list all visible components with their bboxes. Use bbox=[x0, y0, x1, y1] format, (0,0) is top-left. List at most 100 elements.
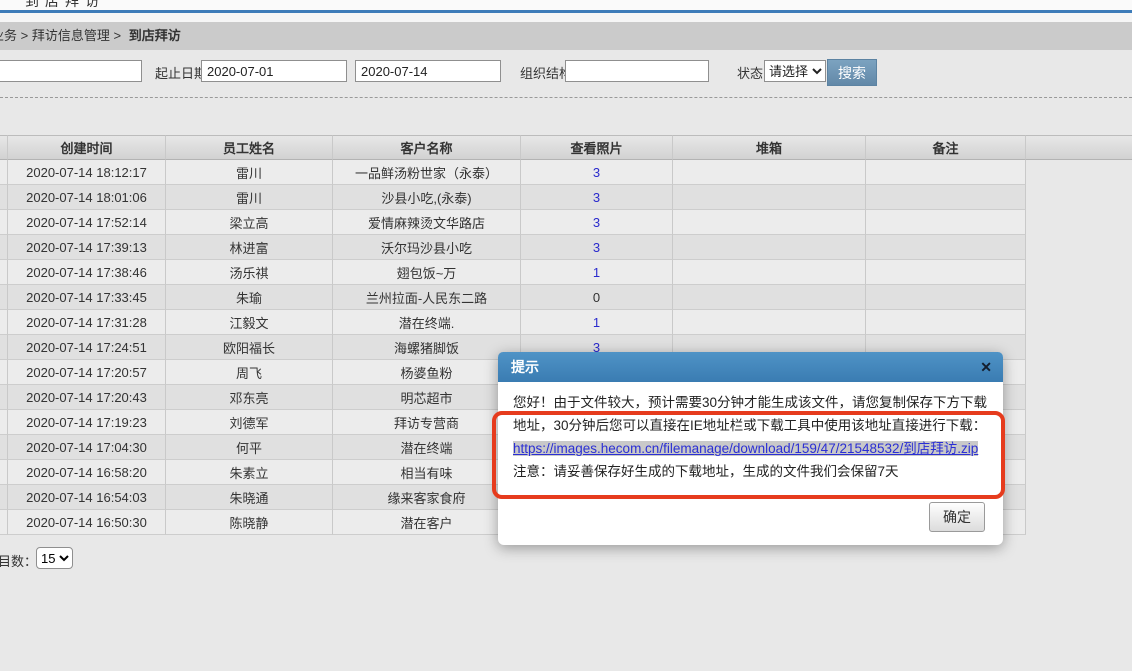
cell-employee-name: 汤乐祺 bbox=[166, 260, 333, 285]
cell-create-time: 2020-07-14 17:52:14 bbox=[8, 210, 166, 235]
photo-count-link[interactable]: 3 bbox=[593, 240, 600, 255]
cell-create-time: 2020-07-14 17:20:43 bbox=[8, 385, 166, 410]
confirm-button[interactable]: 确定 bbox=[929, 502, 985, 532]
cell-remark bbox=[866, 285, 1026, 310]
cell-employee-name: 梁立高 bbox=[166, 210, 333, 235]
cell-employee-name: 朱素立 bbox=[166, 460, 333, 485]
date-from-input[interactable] bbox=[201, 60, 347, 82]
cell-customer-name: 一品鲜汤粉世家（永泰） bbox=[333, 160, 521, 185]
close-icon[interactable]: ✕ bbox=[980, 352, 992, 382]
page-size-select[interactable]: 15 bbox=[36, 547, 73, 569]
photo-count-link[interactable]: 1 bbox=[593, 315, 600, 330]
cell-create-time: 2020-07-14 17:19:23 bbox=[8, 410, 166, 435]
org-input[interactable] bbox=[565, 60, 709, 82]
cell-ghost bbox=[1026, 210, 1132, 235]
status-select[interactable]: 请选择 bbox=[764, 60, 826, 82]
cell-remark bbox=[866, 260, 1026, 285]
cell-create-time: 2020-07-14 16:50:30 bbox=[8, 510, 166, 535]
cell-narrow bbox=[0, 160, 8, 185]
cell-remark bbox=[866, 210, 1026, 235]
download-url-link[interactable]: https://images.hecom.cn/filemanage/downl… bbox=[513, 441, 978, 456]
keyword-input[interactable] bbox=[0, 60, 142, 82]
cell-stack bbox=[673, 235, 866, 260]
cell-employee-name: 周飞 bbox=[166, 360, 333, 385]
status-label: 状态 bbox=[737, 63, 763, 82]
cell-narrow bbox=[0, 385, 8, 410]
breadcrumb-item[interactable]: 业务 bbox=[0, 28, 17, 43]
dialog-body: 您好！由于文件较大，预计需要30分钟才能生成该文件，请您复制保存下方下载地址，3… bbox=[498, 382, 1003, 483]
search-bar: 起止日期 组织结构 状态 请选择 搜索 bbox=[0, 55, 1132, 91]
cell-employee-name: 林进富 bbox=[166, 235, 333, 260]
cell-employee-name: 邓东亮 bbox=[166, 385, 333, 410]
cell-photo-count: 1 bbox=[521, 260, 673, 285]
cell-ghost bbox=[1026, 310, 1132, 335]
cell-customer-name: 杨婆鱼粉 bbox=[333, 360, 521, 385]
top-tab-strip: 到店拜访 bbox=[0, 0, 1132, 10]
breadcrumb-item[interactable]: 拜访信息管理 bbox=[32, 28, 110, 43]
cell-create-time: 2020-07-14 16:58:20 bbox=[8, 460, 166, 485]
dialog-title: 提示 bbox=[511, 359, 539, 375]
cell-narrow bbox=[0, 485, 8, 510]
cell-employee-name: 欧阳福长 bbox=[166, 335, 333, 360]
cell-narrow bbox=[0, 435, 8, 460]
column-header: 备注 bbox=[866, 135, 1026, 160]
cell-photo-count: 1 bbox=[521, 310, 673, 335]
cell-customer-name: 潜在终端 bbox=[333, 435, 521, 460]
cell-ghost bbox=[1026, 185, 1132, 210]
dashed-divider bbox=[0, 97, 1132, 98]
date-to-input[interactable] bbox=[355, 60, 501, 82]
page-size-label: 目数： bbox=[0, 551, 37, 570]
cell-narrow bbox=[0, 260, 8, 285]
dialog-header: 提示 ✕ bbox=[498, 352, 1003, 382]
cell-employee-name: 刘德军 bbox=[166, 410, 333, 435]
cell-stack bbox=[673, 310, 866, 335]
breadcrumb: 业务 > 拜访信息管理 > 到店拜访 bbox=[0, 22, 1132, 50]
photo-count-link[interactable]: 1 bbox=[593, 265, 600, 280]
cell-narrow bbox=[0, 310, 8, 335]
cell-create-time: 2020-07-14 17:31:28 bbox=[8, 310, 166, 335]
cell-employee-name: 江毅文 bbox=[166, 310, 333, 335]
cell-narrow bbox=[0, 210, 8, 235]
table-row: 2020-07-14 17:52:14梁立高爱情麻辣烫文华路店3 bbox=[0, 210, 1132, 235]
photo-count-link[interactable]: 3 bbox=[593, 165, 600, 180]
cell-create-time: 2020-07-14 16:54:03 bbox=[8, 485, 166, 510]
cell-customer-name: 相当有味 bbox=[333, 460, 521, 485]
breadcrumb-text: 业务 > 拜访信息管理 > 到店拜访 bbox=[0, 28, 181, 43]
cell-ghost bbox=[1026, 435, 1132, 460]
cell-employee-name: 朱晓通 bbox=[166, 485, 333, 510]
cell-narrow bbox=[0, 335, 8, 360]
cell-employee-name: 何平 bbox=[166, 435, 333, 460]
cell-stack bbox=[673, 160, 866, 185]
dialog-message: 您好！由于文件较大，预计需要30分钟才能生成该文件，请您复制保存下方下载地址，3… bbox=[513, 395, 987, 433]
header-cell-ghost bbox=[1026, 135, 1132, 160]
cell-ghost bbox=[1026, 410, 1132, 435]
top-gap bbox=[0, 13, 1132, 22]
cell-ghost bbox=[1026, 510, 1132, 535]
search-button[interactable]: 搜索 bbox=[827, 59, 877, 86]
cell-create-time: 2020-07-14 17:38:46 bbox=[8, 260, 166, 285]
cell-photo-count: 3 bbox=[521, 160, 673, 185]
dialog-note: 注意：请妥善保存好生成的下载地址，生成的文件我们会保留7天 bbox=[513, 464, 899, 479]
cell-photo-count: 3 bbox=[521, 210, 673, 235]
cell-ghost bbox=[1026, 260, 1132, 285]
table-header-row: 创建时间员工姓名客户名称查看照片堆箱备注 bbox=[0, 135, 1132, 160]
cell-ghost bbox=[1026, 235, 1132, 260]
cell-narrow bbox=[0, 360, 8, 385]
cell-customer-name: 缘来客家食府 bbox=[333, 485, 521, 510]
photo-count-link[interactable]: 3 bbox=[593, 215, 600, 230]
table-row: 2020-07-14 18:12:17雷川一品鲜汤粉世家（永泰）3 bbox=[0, 160, 1132, 185]
cell-narrow bbox=[0, 285, 8, 310]
cell-employee-name: 雷川 bbox=[166, 185, 333, 210]
column-header: 堆箱 bbox=[673, 135, 866, 160]
dialog-link-line: https://images.hecom.cn/filemanage/downl… bbox=[513, 437, 988, 460]
cell-stack bbox=[673, 185, 866, 210]
photo-count-link[interactable]: 3 bbox=[593, 190, 600, 205]
table-row: 2020-07-14 17:31:28江毅文潜在终端.1 bbox=[0, 310, 1132, 335]
cell-narrow bbox=[0, 460, 8, 485]
cell-customer-name: 潜在客户 bbox=[333, 510, 521, 535]
cell-ghost bbox=[1026, 160, 1132, 185]
cell-create-time: 2020-07-14 17:04:30 bbox=[8, 435, 166, 460]
cell-create-time: 2020-07-14 18:12:17 bbox=[8, 160, 166, 185]
download-dialog: 提示 ✕ 您好！由于文件较大，预计需要30分钟才能生成该文件，请您复制保存下方下… bbox=[498, 352, 1003, 545]
cell-remark bbox=[866, 310, 1026, 335]
